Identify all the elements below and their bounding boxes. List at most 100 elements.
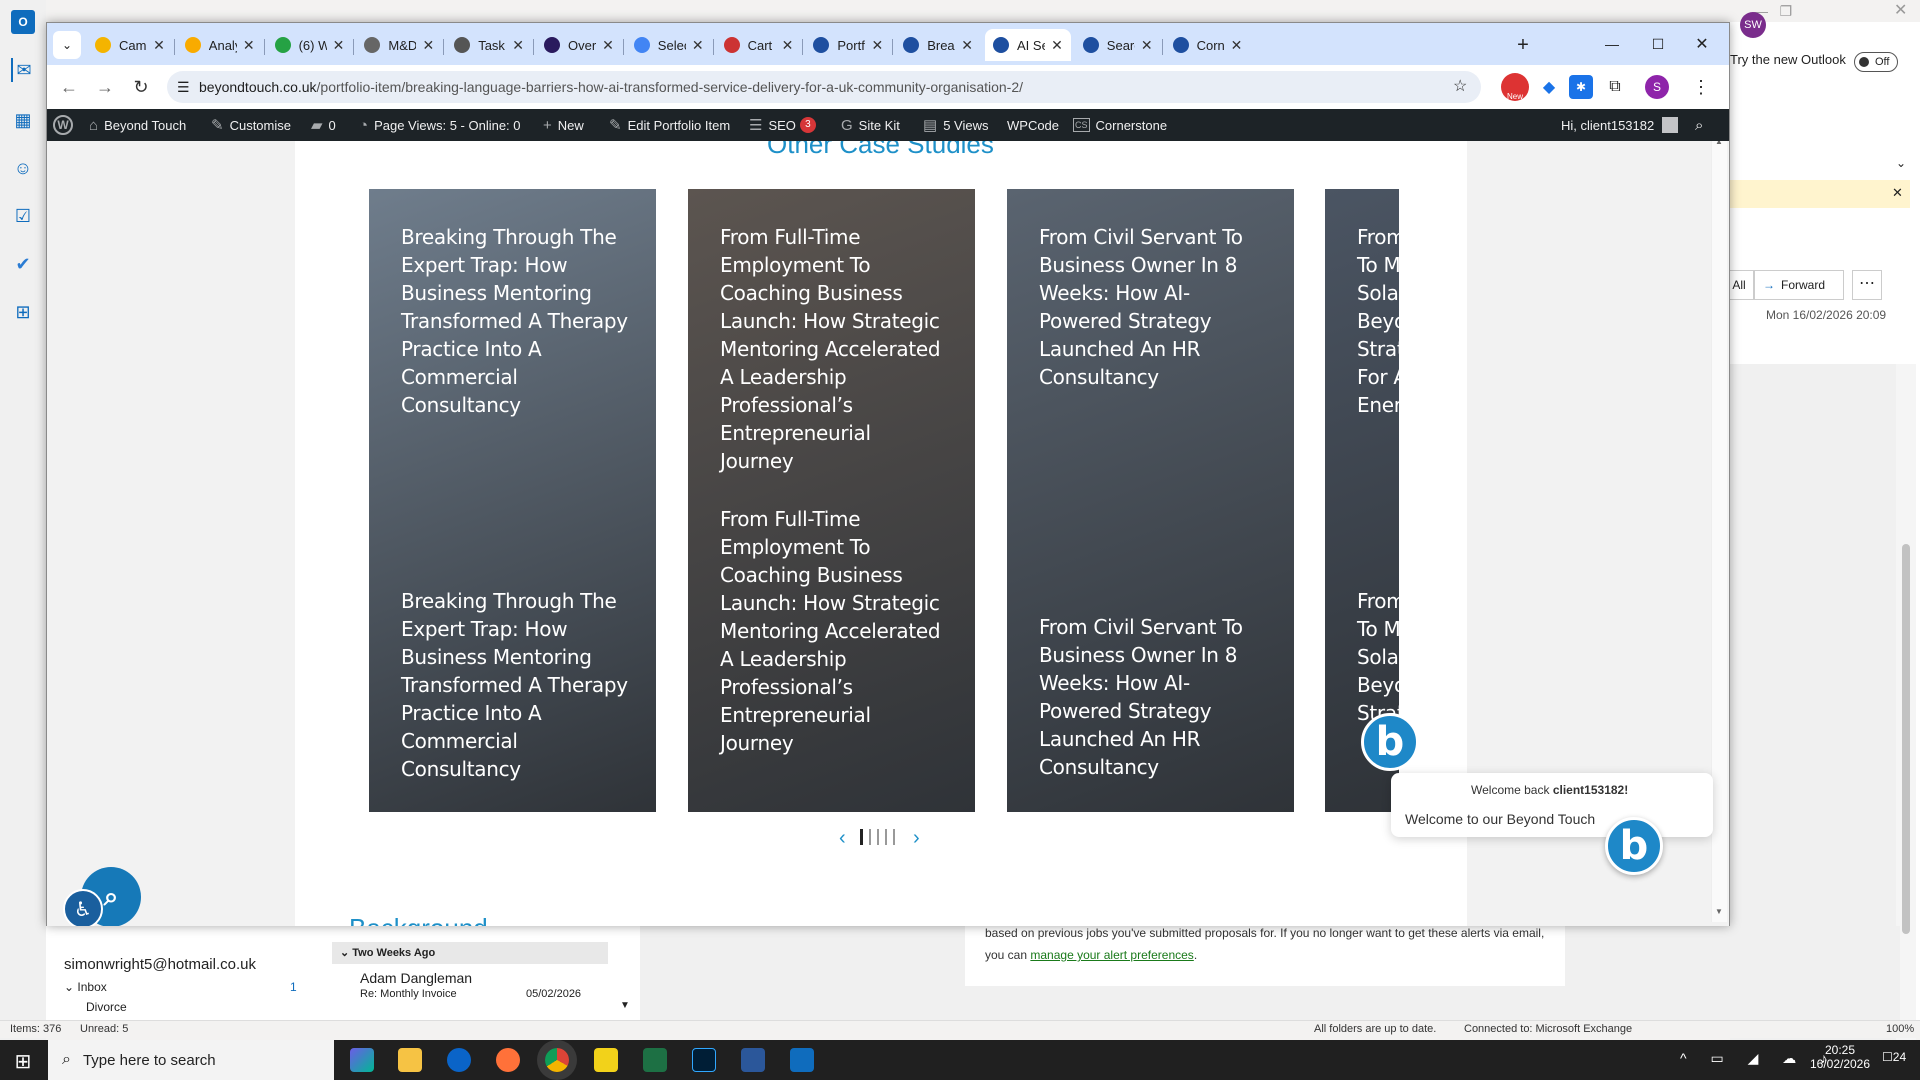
file-explorer-icon[interactable] [398,1048,422,1072]
case-study-title-fragment[interactable]: Strat [1357,335,1399,363]
case-study-card[interactable]: From Civil Servant To Business Owner In … [1007,189,1294,812]
profile-avatar[interactable]: S [1645,75,1669,99]
case-study-title-fragment[interactable]: Beyo [1357,307,1399,335]
case-study-title-fragment[interactable]: To M [1357,251,1399,279]
site-info-icon[interactable]: ☰ [177,71,190,103]
inbox-folder[interactable]: ⌄ Inbox [64,980,107,994]
outlook-close-icon[interactable]: ✕ [1894,0,1907,20]
forward-button[interactable]: → Forward [1754,270,1844,300]
minimize-button[interactable]: — [1597,29,1627,59]
wp-edit-portfolio[interactable]: ✎ Edit Portfolio Item [609,109,730,141]
case-study-title-fragment[interactable]: From [1357,587,1399,615]
bookmark-star-icon[interactable]: ☆ [1453,71,1467,103]
case-study-title-fragment[interactable]: Sola [1357,279,1399,307]
new-tab-button[interactable]: + [1509,31,1537,59]
case-study-title-fragment[interactable]: Beyo [1357,671,1399,699]
tab-close-icon[interactable]: ✕ [692,37,704,54]
tab-close-icon[interactable]: ✕ [961,37,973,54]
close-icon[interactable]: ✕ [1892,185,1903,201]
tab-0[interactable]: Campa ✕ [87,29,173,61]
word-icon[interactable] [741,1048,765,1072]
tab-close-icon[interactable]: ✕ [602,37,614,54]
tab-9[interactable]: Breakin ✕ [895,29,981,61]
wp-cornerstone[interactable]: CS Cornerstone [1073,109,1167,141]
case-study-title[interactable]: From Civil Servant To Business Owner In … [1039,223,1269,391]
tab-close-icon[interactable]: ✕ [871,37,883,54]
case-study-title-fragment[interactable]: From [1357,223,1399,251]
clock[interactable]: 20:25 16/02/2026 [1800,1043,1880,1071]
teamviewer-icon[interactable] [447,1048,471,1072]
tab-close-icon[interactable]: ✕ [1051,37,1063,54]
sticky-notes-icon[interactable] [594,1048,618,1072]
wp-seo[interactable]: ☰ SEO 3 [749,109,816,141]
tab-5[interactable]: Overvi ✕ [536,29,622,61]
case-study-card[interactable]: Breaking Through The Expert Trap: How Bu… [369,189,656,812]
tab-close-icon[interactable]: ✕ [512,37,524,54]
case-study-card[interactable]: From Full-Time Employment To Coaching Bu… [688,189,975,812]
wp-customise[interactable]: ✎ Customise [211,109,291,141]
tab-12[interactable]: Corner ✕ [1165,29,1251,61]
chat-welcome-popup[interactable]: Welcome back client153182! Welcome to ou… [1391,773,1713,837]
tab-close-icon[interactable]: ✕ [243,37,255,54]
case-study-title-overlay[interactable]: From Full-Time Employment To Coaching Bu… [720,505,950,757]
close-window-button[interactable]: ✕ [1687,29,1717,59]
url-bar[interactable]: ☰ beyondtouch.co.uk/portfolio-item/break… [167,71,1481,103]
chrome-icon[interactable] [545,1048,569,1072]
tab-close-icon[interactable]: ✕ [422,37,434,54]
excel-icon[interactable] [643,1048,667,1072]
firefox-icon[interactable] [496,1048,520,1072]
message-sender[interactable]: Adam Dangleman [360,970,472,986]
wp-new[interactable]: + New [543,109,584,141]
tab-close-icon[interactable]: ✕ [333,37,345,54]
todo-icon[interactable]: ✔ [11,252,35,276]
case-study-title-fragment[interactable]: Ener [1357,391,1399,419]
wp-greeting[interactable]: Hi, client153182 [1561,109,1679,141]
maximize-button[interactable]: ☐ [1643,29,1673,59]
tab-11[interactable]: Search ✕ [1075,29,1161,61]
taskbar-search-box[interactable]: ⌕ Type here to search [48,1040,334,1080]
tab-10[interactable]: AI Serv ✕ [985,29,1071,61]
extension-tag-icon[interactable]: ◆ [1537,75,1561,99]
avatar[interactable]: SW [1740,12,1766,38]
mail-icon[interactable]: ✉ [11,58,35,82]
case-study-title-fragment[interactable]: Sola [1357,643,1399,671]
accessibility-icon[interactable]: ♿ [63,889,103,926]
calendar-icon[interactable]: ▦ [11,108,35,132]
group-header[interactable]: ⌄ Two Weeks Ago [332,942,608,964]
chevron-down-icon[interactable]: ⌄ [1896,156,1906,170]
tab-7[interactable]: Cart - T ✕ [716,29,802,61]
photoshop-icon[interactable] [692,1048,716,1072]
wp-sitekit[interactable]: G Site Kit [841,109,900,141]
account-label[interactable]: simonwright5@hotmail.co.uk [64,956,256,973]
scroll-down-icon[interactable]: ▼ [620,1000,630,1011]
wp-comments[interactable]: ▰ 0 [311,109,336,141]
tab-6[interactable]: Select a ✕ [626,29,712,61]
case-study-title-fragment[interactable]: For A [1357,363,1399,391]
extension-gear-icon[interactable]: ✱ [1569,75,1593,99]
tab-close-icon[interactable]: ✕ [153,37,165,54]
tab-4[interactable]: Task M ✕ [446,29,532,61]
copilot-icon[interactable] [350,1048,374,1072]
forward-arrow-icon[interactable]: → [91,73,119,101]
wp-site-name[interactable]: ⌂ Beyond Touch [89,109,186,141]
reload-icon[interactable]: ↻ [127,73,155,101]
tab-1[interactable]: Analyti ✕ [177,29,263,61]
new-outlook-toggle[interactable]: Off [1854,52,1898,72]
extension-new-icon[interactable]: New [1501,73,1529,101]
tab-8[interactable]: Portfoli ✕ [805,29,891,61]
carousel-next-arrow[interactable]: › [913,827,920,850]
tab-close-icon[interactable]: ✕ [1141,37,1153,54]
carousel-pagination[interactable] [860,829,895,845]
page-scrollbar[interactable]: ▲ ▼ [1711,141,1727,922]
extensions-puzzle-icon[interactable]: ⧉ [1603,75,1627,99]
case-study-title[interactable]: Breaking Through The Expert Trap: How Bu… [401,223,631,419]
alert-preferences-link[interactable]: manage your alert preferences [1030,948,1193,962]
back-arrow-icon[interactable]: ← [55,73,83,101]
folder-divorce[interactable]: Divorce [86,1000,127,1014]
tab-close-icon[interactable]: ✕ [782,37,794,54]
case-study-title-overlay[interactable]: Breaking Through The Expert Trap: How Bu… [401,587,631,783]
tab-3[interactable]: M&D 2 ✕ [356,29,442,61]
chat-launcher-button[interactable]: b [1605,817,1663,875]
case-study-title[interactable]: From Full-Time Employment To Coaching Bu… [720,223,950,475]
notification-badge[interactable]: ☐24 [1882,1050,1906,1064]
